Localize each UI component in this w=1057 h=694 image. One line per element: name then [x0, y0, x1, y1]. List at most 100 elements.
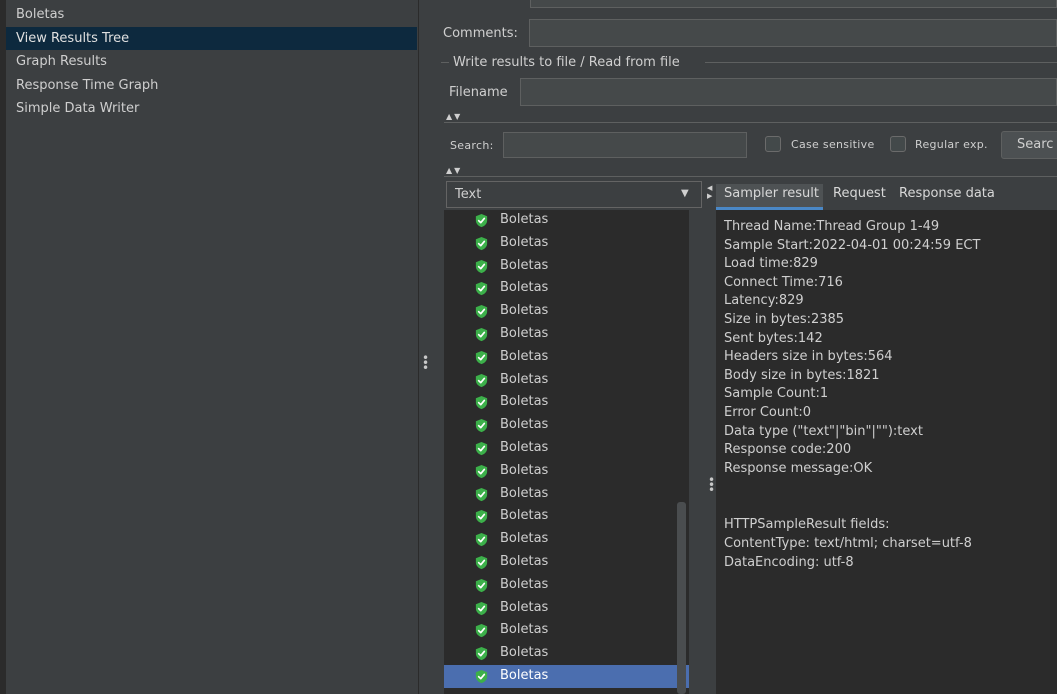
result-row-label: Boletas — [500, 440, 549, 455]
search-label: Search: — [450, 139, 494, 152]
result-row[interactable]: Boletas — [444, 528, 689, 551]
collapse-arrows-icon[interactable]: ▲▼ — [446, 112, 462, 121]
group-border-left — [441, 62, 449, 63]
regular-exp-checkbox[interactable] — [890, 136, 906, 152]
check-shield-icon — [474, 441, 489, 456]
result-row[interactable]: Boletas — [444, 505, 689, 528]
result-row-label: Boletas — [500, 394, 549, 410]
result-row[interactable]: Boletas — [444, 665, 689, 688]
renderer-select[interactable]: Text ▼ — [446, 181, 702, 208]
search-button[interactable]: Searc — [1001, 131, 1057, 159]
result-row-label: Boletas — [500, 508, 549, 524]
result-row[interactable]: Boletas — [444, 369, 689, 392]
result-row-label: Boletas — [500, 668, 549, 683]
check-shield-icon — [474, 395, 489, 410]
sampler-line: Response message:OK — [724, 460, 873, 476]
result-row-label: Boletas — [500, 348, 549, 364]
result-row-label: Boletas — [500, 326, 549, 341]
tree-item-graph-results[interactable]: Graph Results — [6, 50, 417, 73]
result-row[interactable]: Boletas — [444, 597, 689, 620]
result-row-label: Boletas — [500, 234, 549, 250]
result-row-label: Boletas — [500, 554, 549, 569]
result-row-label: Boletas — [500, 257, 549, 273]
sampler-line: Connect Time:716 — [724, 274, 843, 290]
result-row-label: Boletas — [500, 462, 549, 478]
splitter-arrows-icon[interactable]: ◀ ▶ — [707, 184, 712, 200]
fields-title: HTTPSampleResult fields: — [724, 517, 890, 532]
tab-request[interactable]: Request — [833, 184, 886, 204]
tree-item-response-time-graph[interactable]: Response Time Graph — [6, 74, 417, 97]
collapse-arrows-icon-2[interactable]: ▲▼ — [446, 166, 462, 175]
result-row[interactable]: Boletas — [444, 391, 689, 414]
divider-2 — [444, 176, 1057, 177]
result-row-label: Boletas — [500, 371, 549, 387]
test-plan-tree: Boletas View Results Tree Graph Results … — [0, 0, 419, 694]
result-row[interactable]: Boletas — [444, 300, 689, 323]
tree-item-view-results-tree[interactable]: View Results Tree — [6, 27, 417, 50]
result-row[interactable]: Boletas — [444, 460, 689, 483]
sampler-result-text: Thread Name:Thread Group 1-49 Sample Star… — [716, 210, 1057, 694]
check-shield-icon — [474, 532, 489, 547]
inner-splitter[interactable] — [703, 185, 711, 694]
case-sensitive-checkbox[interactable] — [765, 136, 781, 152]
sampler-line: Body size in bytes:1821 — [724, 367, 880, 383]
filename-field[interactable] — [520, 78, 1057, 106]
tree-item-simple-data-writer[interactable]: Simple Data Writer — [6, 97, 417, 120]
tree-item-boletas[interactable]: Boletas — [6, 3, 417, 26]
check-shield-icon — [474, 601, 489, 616]
result-row[interactable]: Boletas — [444, 483, 689, 506]
result-row[interactable]: Boletas — [444, 414, 689, 437]
sampler-line: Sample Start:2022-04-01 00:24:59 ECT — [724, 237, 981, 253]
field-line: ContentType: text/html; charset=utf-8 — [724, 536, 972, 551]
result-row-label: Boletas — [500, 576, 549, 592]
result-row-label: Boletas — [500, 280, 549, 296]
sampler-line: Thread Name:Thread Group 1-49 — [724, 219, 940, 234]
list-scrollbar[interactable] — [677, 502, 686, 694]
result-row-label: Boletas — [500, 531, 549, 547]
check-shield-icon — [474, 646, 489, 661]
inner-splitter-dots[interactable]: • • • — [708, 474, 715, 496]
filename-label: Filename — [449, 85, 508, 100]
check-shield-icon — [474, 327, 489, 342]
check-shield-icon — [474, 464, 489, 479]
tab-sampler-result[interactable]: Sampler result — [716, 184, 823, 210]
check-shield-icon — [474, 555, 489, 570]
result-row-label: Boletas — [500, 212, 549, 227]
check-shield-icon — [474, 304, 489, 319]
result-row-label: Boletas — [500, 599, 549, 615]
sampler-line: Sent bytes:142 — [724, 330, 823, 346]
result-row[interactable]: Boletas — [444, 277, 689, 300]
result-row[interactable]: Boletas — [444, 323, 689, 346]
tab-response-data[interactable]: Response data — [899, 184, 995, 204]
sampler-line: Size in bytes:2385 — [724, 312, 845, 327]
check-shield-icon — [474, 623, 489, 638]
result-row[interactable]: Boletas — [444, 574, 689, 597]
result-row[interactable]: Boletas — [444, 551, 689, 574]
result-row[interactable]: Boletas — [444, 346, 689, 369]
name-field[interactable] — [530, 0, 1057, 8]
case-sensitive-label: Case sensitive — [791, 138, 875, 151]
check-shield-icon — [474, 236, 489, 251]
search-input[interactable] — [503, 132, 747, 158]
result-tabs: Sampler result Request Response data — [716, 184, 1057, 210]
result-row-label: Boletas — [500, 622, 549, 638]
check-shield-icon — [474, 418, 489, 433]
result-row[interactable]: Boletas — [444, 210, 689, 232]
result-row[interactable]: Boletas — [444, 232, 689, 255]
comments-field[interactable] — [529, 19, 1057, 47]
sampler-line: Load time:829 — [724, 256, 818, 272]
result-row-label: Boletas — [500, 485, 549, 501]
file-group-title: Write results to file / Read from file — [453, 55, 680, 70]
group-border-right — [705, 62, 1057, 63]
check-shield-icon — [474, 578, 489, 593]
result-row-label: Boletas — [500, 417, 549, 433]
main-splitter-handle[interactable]: • • • — [422, 352, 429, 374]
check-shield-icon — [474, 281, 489, 296]
result-row[interactable]: Boletas — [444, 437, 689, 460]
result-row[interactable]: Boletas — [444, 255, 689, 278]
result-row[interactable]: Boletas — [444, 619, 689, 642]
check-shield-icon — [474, 669, 489, 684]
result-row-label: Boletas — [500, 303, 549, 319]
result-row[interactable]: Boletas — [444, 642, 689, 665]
check-shield-icon — [474, 487, 489, 502]
